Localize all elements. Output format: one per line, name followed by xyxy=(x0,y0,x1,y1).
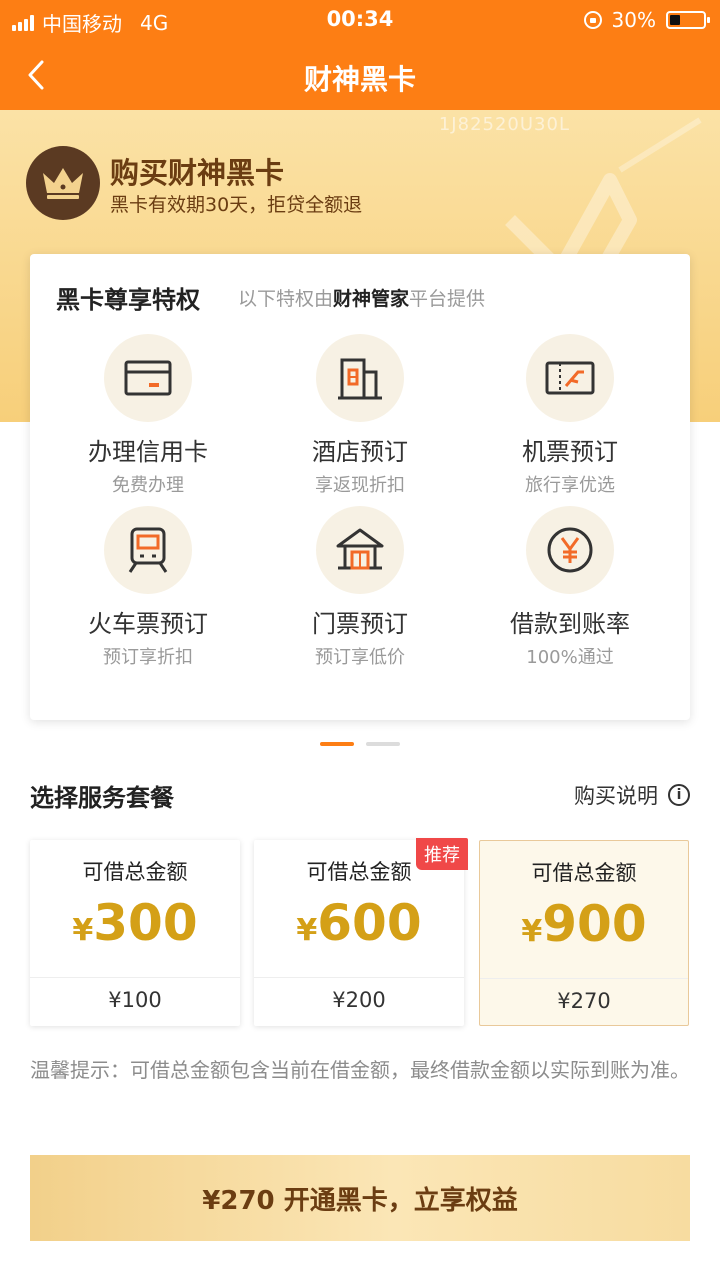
package-amount: ¥900 xyxy=(521,895,647,953)
packages-title: 选择服务套餐 xyxy=(30,784,174,812)
package-option-600[interactable]: 可借总金额 ¥600 ¥200 推荐 xyxy=(254,838,468,1026)
package-option-300[interactable]: 可借总金额 ¥300 ¥100 xyxy=(30,840,240,1026)
package-label: 可借总金额 xyxy=(82,860,188,884)
divider xyxy=(30,977,240,978)
perk-name: 酒店预订 xyxy=(312,438,408,466)
card-serial: 1J82520U30L xyxy=(438,114,570,135)
perk-desc: 预订享低价 xyxy=(315,647,405,668)
page-dot[interactable] xyxy=(366,742,400,746)
attraction-ticket-icon xyxy=(316,506,404,594)
package-amount: ¥600 xyxy=(296,894,422,952)
perk-credit-card[interactable]: 办理信用卡 免费办理 xyxy=(38,334,258,497)
info-icon: i xyxy=(668,784,690,806)
note-brand: 财神管家 xyxy=(333,288,410,310)
perk-name: 机票预订 xyxy=(522,438,618,466)
hero-subtitle: 黑卡有效期30天，拒贷全额退 xyxy=(110,194,363,216)
yen-icon xyxy=(526,506,614,594)
perk-hotel[interactable]: 酒店预订 享返现折扣 xyxy=(250,334,470,497)
package-option-900[interactable]: 可借总金额 ¥900 ¥270 xyxy=(479,840,689,1026)
perk-desc: 旅行享优选 xyxy=(525,475,615,496)
package-amount: ¥300 xyxy=(72,894,198,952)
recommended-badge: 推荐 xyxy=(416,838,468,870)
hotel-icon xyxy=(316,334,404,422)
privileges-note: 以下特权由财神管家平台提供 xyxy=(238,284,485,311)
perk-name: 门票预订 xyxy=(312,610,408,638)
credit-card-icon xyxy=(104,334,192,422)
page-title: 财神黑卡 xyxy=(303,63,416,96)
battery-icon xyxy=(666,11,710,29)
perk-desc: 享返现折扣 xyxy=(315,475,405,496)
status-bar: 中国移动 4G 00:34 30% xyxy=(0,0,720,40)
perk-loan-rate[interactable]: 借款到账率 100%通过 xyxy=(460,506,680,669)
package-options: 可借总金额 ¥300 ¥100 可借总金额 ¥600 ¥200 推荐 可借总金额… xyxy=(30,838,690,1026)
divider xyxy=(254,977,464,978)
hero-title: 购买财神黑卡 xyxy=(110,156,285,190)
note-prefix: 以下特权由 xyxy=(238,288,334,310)
package-label: 可借总金额 xyxy=(531,861,637,885)
purchase-info-label: 购买说明 xyxy=(574,784,658,808)
perk-name: 办理信用卡 xyxy=(88,438,208,466)
perk-attraction[interactable]: 门票预订 预订享低价 xyxy=(250,506,470,669)
flight-ticket-icon xyxy=(526,334,614,422)
crown-icon xyxy=(26,146,100,220)
warm-tip: 温馨提示：可借总金额包含当前在借金额，最终借款金额以实际到账为准。 xyxy=(30,1058,690,1082)
nav-bar: 财神黑卡 xyxy=(0,40,720,110)
status-right: 30% xyxy=(583,8,710,32)
privileges-card: 黑卡尊享特权 以下特权由财神管家平台提供 办理信用卡 免费办理 酒店预订 享返现… xyxy=(30,254,690,720)
page-dot-active[interactable] xyxy=(320,742,354,746)
perk-train[interactable]: 火车票预订 预订享折扣 xyxy=(38,506,258,669)
perk-desc: 预订享折扣 xyxy=(103,647,193,668)
package-fee: ¥100 xyxy=(108,988,162,1012)
perk-name: 借款到账率 xyxy=(510,610,630,638)
perk-flight[interactable]: 机票预订 旅行享优选 xyxy=(460,334,680,497)
activate-card-button[interactable]: ¥270 开通黑卡，立享权益 xyxy=(30,1155,690,1241)
purchase-info-link[interactable]: 购买说明 i xyxy=(574,780,690,810)
note-suffix: 平台提供 xyxy=(409,288,486,310)
package-fee: ¥270 xyxy=(557,989,611,1013)
battery-label: 30% xyxy=(611,8,656,32)
page-indicator xyxy=(320,742,400,746)
privileges-title: 黑卡尊享特权 xyxy=(56,286,200,314)
perk-desc: 100%通过 xyxy=(526,647,614,668)
package-fee: ¥200 xyxy=(332,988,386,1012)
divider xyxy=(480,978,688,979)
perk-desc: 免费办理 xyxy=(112,475,184,496)
rotation-lock-icon xyxy=(583,11,602,29)
perk-name: 火车票预订 xyxy=(88,610,208,638)
train-icon xyxy=(104,506,192,594)
